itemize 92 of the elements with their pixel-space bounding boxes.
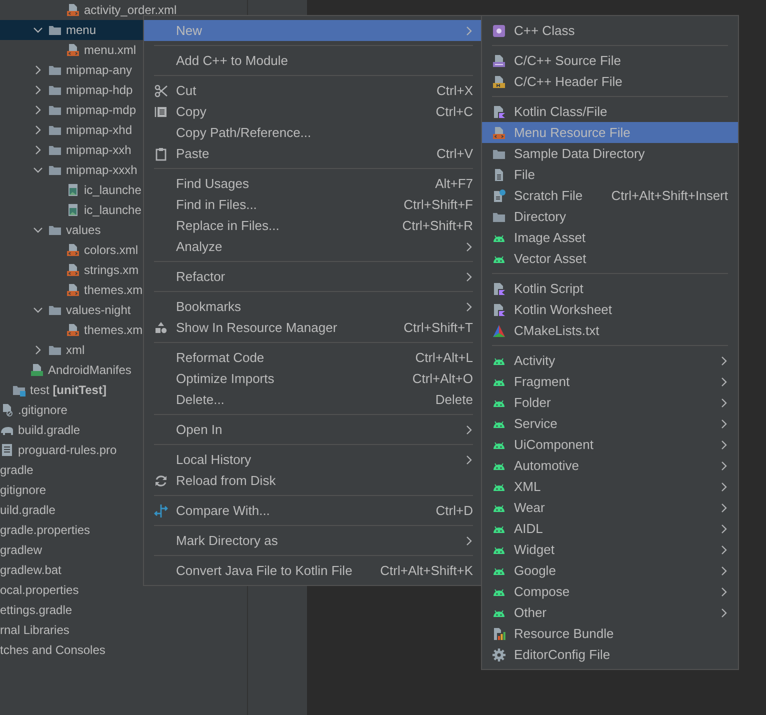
action-row[interactable]: Find Usages Alt+F7: [144, 173, 483, 194]
arrows-icon: [154, 504, 168, 518]
create-option[interactable]: EditorConfig File: [482, 644, 738, 665]
folder-icon: [48, 163, 62, 177]
create-option[interactable]: AIDL: [482, 518, 738, 539]
create-option[interactable]: Scratch File Ctrl+Alt+Shift+Insert: [482, 185, 738, 206]
create-option[interactable]: Service: [482, 413, 738, 434]
folder-icon: [48, 143, 62, 157]
folder-icon: [48, 303, 62, 317]
image-file-icon: [66, 203, 80, 217]
action-row[interactable]: Mark Directory as: [144, 530, 483, 551]
action-row[interactable]: Refactor: [144, 266, 483, 287]
create-option[interactable]: Folder: [482, 392, 738, 413]
action-row[interactable]: Local History: [144, 449, 483, 470]
action-row[interactable]: Cut Ctrl+X: [144, 80, 483, 101]
file-row[interactable]: ettings.gradle: [0, 600, 247, 620]
image-file-icon: [66, 183, 80, 197]
shapes-icon: [154, 320, 168, 334]
action-row[interactable]: Replace in Files... Ctrl+Shift+R: [144, 215, 483, 236]
kotlin-file-icon: [492, 282, 506, 296]
class-icon: [492, 24, 506, 38]
action-row[interactable]: Reformat Code Ctrl+Alt+L: [144, 347, 483, 368]
action-row[interactable]: Add C++ to Module: [144, 50, 483, 71]
create-option[interactable]: Resource Bundle: [482, 623, 738, 644]
folder-icon: [48, 63, 62, 77]
create-option[interactable]: Activity: [482, 350, 738, 371]
xml-file-icon: [66, 243, 80, 257]
folder-icon: [48, 123, 62, 137]
bar-chart-icon: [492, 626, 506, 640]
file-icon: [492, 168, 506, 182]
xml-file-icon: [66, 3, 80, 17]
scissors-icon: [154, 84, 168, 98]
create-option[interactable]: Image Asset: [482, 227, 738, 248]
create-option[interactable]: Compose: [482, 581, 738, 602]
action-row[interactable]: Optimize Imports Ctrl+Alt+O: [144, 368, 483, 389]
create-option[interactable]: Widget: [482, 539, 738, 560]
action-row[interactable]: Reload from Disk: [144, 470, 483, 491]
create-option[interactable]: Directory: [482, 206, 738, 227]
xml-file-icon: [66, 323, 80, 337]
action-row[interactable]: Show In Resource Manager Ctrl+Shift+T: [144, 317, 483, 338]
create-option[interactable]: C/C++ Source File: [482, 50, 738, 71]
create-option[interactable]: Fragment: [482, 371, 738, 392]
xml-file-icon: [66, 263, 80, 277]
create-option[interactable]: C/C++ Header File: [482, 71, 738, 92]
gear-icon: [492, 648, 506, 662]
xml-file-icon: [492, 126, 506, 140]
create-option[interactable]: Sample Data Directory: [482, 143, 738, 164]
create-option[interactable]: XML: [482, 476, 738, 497]
create-option[interactable]: C++ Class: [482, 20, 738, 41]
header-file-icon: [492, 74, 506, 88]
file-row[interactable]: rnal Libraries: [0, 620, 247, 640]
folder-icon: [48, 23, 62, 37]
folder-icon: [48, 103, 62, 117]
action-row[interactable]: Copy Ctrl+C: [144, 101, 483, 122]
action-row[interactable]: Copy Path/Reference...: [144, 122, 483, 143]
action-row[interactable]: Find in Files... Ctrl+Shift+F: [144, 194, 483, 215]
clipboard-icon: [154, 146, 168, 160]
create-option[interactable]: Kotlin Class/File: [482, 101, 738, 122]
module-folder-icon: [12, 383, 26, 397]
kotlin-file-icon: [492, 302, 506, 316]
create-option[interactable]: File: [482, 164, 738, 185]
create-option[interactable]: Other: [482, 602, 738, 623]
folder-icon: [48, 343, 62, 357]
action-row[interactable]: Compare With... Ctrl+D: [144, 500, 483, 521]
kotlin-file-icon: [492, 104, 506, 118]
action-row[interactable]: Analyze: [144, 236, 483, 257]
create-option[interactable]: Google: [482, 560, 738, 581]
copy-icon: [154, 104, 168, 118]
manifest-file-icon: [30, 363, 44, 377]
action-row[interactable]: Paste Ctrl+V: [144, 143, 483, 164]
action-row[interactable]: Delete... Delete: [144, 389, 483, 410]
create-option[interactable]: Wear: [482, 497, 738, 518]
create-option[interactable]: Vector Asset: [482, 248, 738, 269]
folder-icon: [48, 83, 62, 97]
action-row[interactable]: Open In: [144, 419, 483, 440]
folder-icon: [48, 223, 62, 237]
reload-icon: [154, 474, 168, 488]
file-row[interactable]: tches and Consoles: [0, 640, 247, 660]
scratch-file-icon: [492, 188, 506, 202]
create-option[interactable]: CMakeLists.txt: [482, 320, 738, 341]
action-row[interactable]: Convert Java File to Kotlin File Ctrl+Alt+Shift+K: [144, 560, 483, 581]
xml-file-icon: [66, 283, 80, 297]
xml-file-icon: [66, 43, 80, 57]
file-row[interactable]: ocal.properties: [0, 580, 247, 600]
create-option[interactable]: Kotlin Script: [482, 278, 738, 299]
file-row[interactable]: activity_order.xml: [0, 0, 247, 20]
source-file-icon: [492, 54, 506, 68]
action-row[interactable]: Bookmarks: [144, 296, 483, 317]
create-option[interactable]: Automotive: [482, 455, 738, 476]
triangle-icon: [492, 324, 506, 338]
create-option[interactable]: Kotlin Worksheet: [482, 299, 738, 320]
create-option[interactable]: UiComponent: [482, 434, 738, 455]
